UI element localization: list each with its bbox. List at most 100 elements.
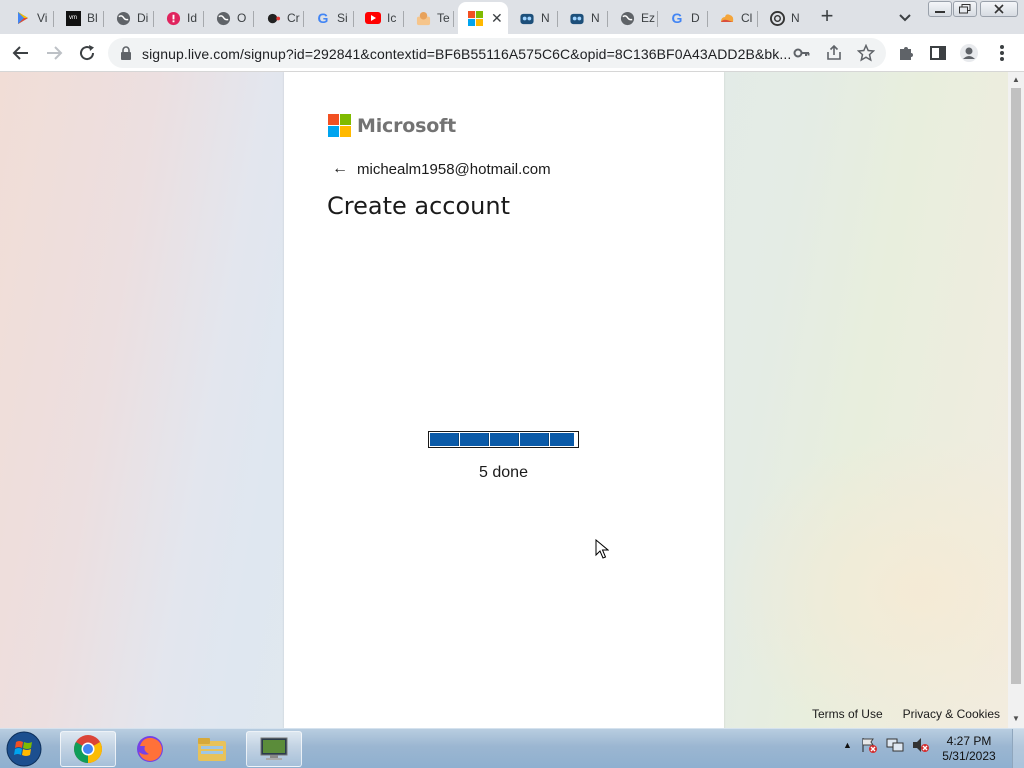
close-window-button[interactable]: [980, 1, 1018, 17]
reload-icon[interactable]: [76, 42, 98, 64]
firefox-icon: [137, 736, 163, 762]
tab-11[interactable]: N: [510, 4, 558, 32]
address-bar[interactable]: signup.live.com/signup?id=292841&context…: [108, 38, 886, 68]
tab-14[interactable]: GD: [660, 4, 708, 32]
tab-label: O: [237, 11, 247, 25]
bookmark-star-icon[interactable]: [855, 42, 877, 64]
tab-label: Vi: [37, 11, 48, 25]
vertical-scrollbar[interactable]: ▲ ▼: [1008, 72, 1024, 728]
tab-label: Id: [187, 11, 198, 25]
profile-avatar-icon[interactable]: [958, 42, 980, 64]
scrollbar-thumb[interactable]: [1011, 88, 1021, 684]
tab-2[interactable]: vm Bl: [56, 4, 104, 32]
new-tab-button[interactable]: +: [816, 5, 838, 28]
identity-banner[interactable]: ← michealm1958@hotmail.com: [332, 160, 551, 178]
google-icon: G: [671, 10, 683, 26]
microsoft-grid-icon: [328, 114, 351, 137]
close-tab-icon[interactable]: ✕: [491, 10, 503, 27]
system-clock[interactable]: 4:27 PM 5/31/2023: [930, 734, 1008, 764]
action-center-flag-icon[interactable]: [860, 737, 878, 753]
signup-card: Microsoft ← michealm1958@hotmail.com Cre…: [284, 72, 724, 728]
progress-bar: [428, 431, 579, 448]
taskbar-remote-desktop[interactable]: [246, 731, 302, 767]
tab-1[interactable]: Vi: [6, 4, 54, 32]
robot-icon: [569, 10, 585, 26]
restore-button[interactable]: [953, 1, 977, 17]
volume-muted-icon[interactable]: [912, 737, 930, 753]
tab-label: Bl: [87, 11, 98, 25]
scroll-down-arrow-icon[interactable]: ▼: [1012, 714, 1020, 723]
robot-icon: [519, 10, 535, 26]
taskbar-file-explorer[interactable]: [184, 731, 240, 767]
tab-3[interactable]: Di: [106, 4, 154, 32]
minimize-button[interactable]: [928, 1, 952, 17]
globe-icon: [115, 10, 131, 26]
show-desktop-button[interactable]: [1012, 729, 1024, 768]
url-text: signup.live.com/signup?id=292841&context…: [142, 46, 792, 62]
tab-16[interactable]: N: [760, 4, 808, 32]
menu-kebab-icon[interactable]: [991, 42, 1013, 64]
footer-links: Terms of Use Privacy & Cookies: [812, 707, 1000, 721]
tab-12[interactable]: N: [560, 4, 608, 32]
windows-taskbar: ▲ 4:27 PM 5/31/2023: [0, 728, 1024, 768]
brand-name: Microsoft: [357, 114, 457, 137]
taskbar-firefox[interactable]: [122, 731, 178, 767]
tab-8[interactable]: Ic: [356, 4, 404, 32]
remote-desktop-icon: [260, 737, 288, 760]
page-viewport: Microsoft ← michealm1958@hotmail.com Cre…: [0, 72, 1008, 728]
tab-label: Si: [337, 11, 348, 25]
file-explorer-icon: [198, 738, 226, 761]
tab-6[interactable]: Cr: [256, 4, 304, 32]
start-button[interactable]: [4, 730, 44, 768]
tab-5[interactable]: O: [206, 4, 254, 32]
terms-of-use-link[interactable]: Terms of Use: [812, 707, 883, 721]
tab-label: Cl: [741, 11, 753, 25]
clock-time: 4:27 PM: [946, 734, 992, 748]
red-circle-icon: [165, 10, 181, 26]
progress-segment: [490, 433, 519, 446]
tab-4[interactable]: Id: [156, 4, 204, 32]
tab-13[interactable]: Ez: [610, 4, 658, 32]
tab-label: N: [541, 11, 550, 25]
privacy-cookies-link[interactable]: Privacy & Cookies: [903, 707, 1000, 721]
person-icon: [415, 10, 431, 26]
chatgpt-icon: [769, 10, 785, 26]
forward-arrow-icon[interactable]: [43, 42, 65, 64]
network-icon[interactable]: [886, 737, 904, 753]
share-icon[interactable]: [823, 42, 845, 64]
tab-label: N: [791, 11, 800, 25]
system-tray: ▲: [843, 737, 930, 753]
clock-date: 5/31/2023: [942, 749, 996, 763]
chrome-icon: [74, 735, 102, 763]
tab-15[interactable]: Cl: [710, 4, 758, 32]
extensions-puzzle-icon[interactable]: [895, 42, 917, 64]
lock-icon[interactable]: [120, 46, 132, 65]
tab-7[interactable]: G Si: [306, 4, 354, 32]
tab-label: Te: [437, 11, 450, 25]
tab-9[interactable]: Te: [406, 4, 454, 32]
tab-label: N: [591, 11, 600, 25]
tab-active-microsoft[interactable]: ✕: [458, 2, 508, 34]
progress-segment: [460, 433, 489, 446]
tab-search-chevron-icon[interactable]: [896, 8, 914, 26]
vm-icon: vm: [65, 10, 81, 26]
browser-toolbar: signup.live.com/signup?id=292841&context…: [0, 34, 1024, 72]
tab-label: Di: [137, 11, 149, 25]
back-arrow-icon[interactable]: ←: [332, 160, 348, 178]
mouse-cursor-icon: [595, 538, 610, 564]
password-key-icon[interactable]: [791, 42, 813, 64]
progress-segment: [520, 433, 549, 446]
globe-icon: [619, 10, 635, 26]
taskbar-chrome[interactable]: [60, 731, 116, 767]
identity-email: michealm1958@hotmail.com: [357, 160, 551, 178]
youtube-icon: [365, 10, 381, 26]
progress-segment: [550, 433, 574, 446]
tab-label: Ez: [641, 11, 656, 25]
tab-label: D: [691, 11, 700, 25]
side-panel-icon[interactable]: [927, 42, 949, 64]
dots-icon: [265, 10, 281, 26]
show-hidden-icons-icon[interactable]: ▲: [843, 740, 852, 750]
scroll-up-arrow-icon[interactable]: ▲: [1012, 75, 1020, 84]
back-arrow-icon[interactable]: [10, 42, 32, 64]
globe-icon: [215, 10, 231, 26]
